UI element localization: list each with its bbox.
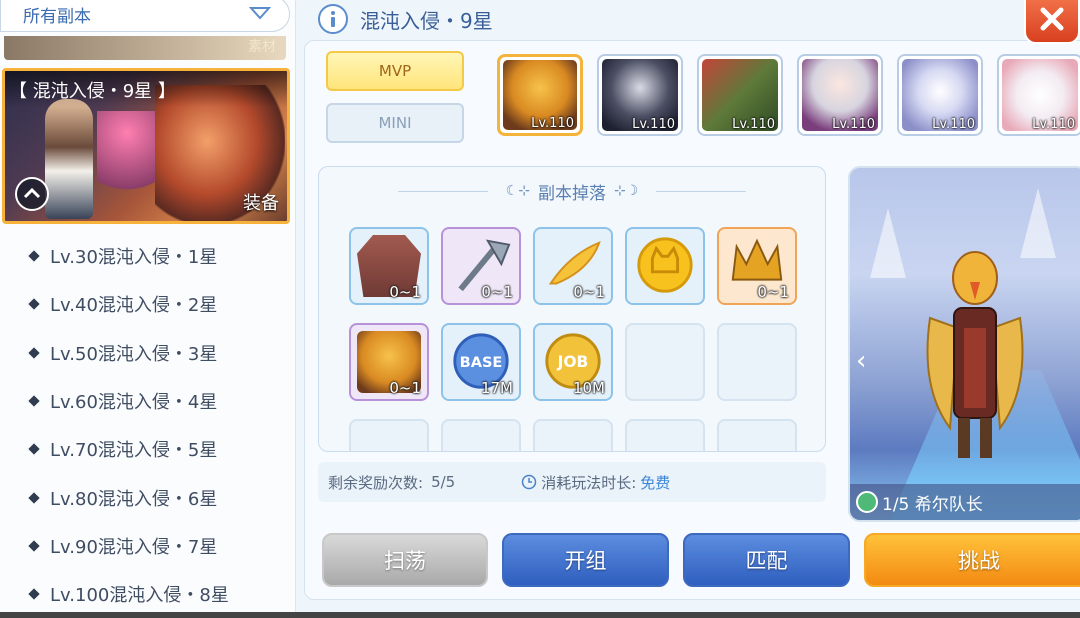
divider (397, 190, 488, 192)
boss-level: Lv.110 (1032, 117, 1075, 132)
empty-drop-slot (533, 419, 613, 451)
cost-label: 消耗玩法时长: (541, 473, 637, 492)
ice-crystal-decor (870, 208, 906, 278)
chevron-up-icon (23, 187, 41, 199)
drops-heading: ☾⊹ 副本掉落 ⊹☽ (319, 177, 825, 205)
chevron-left-icon[interactable]: ‹ (856, 346, 866, 376)
drop-slot[interactable]: 0~1 (349, 323, 429, 401)
drop-slot[interactable] (625, 227, 705, 305)
boss-level: Lv.110 (832, 117, 875, 132)
drop-slot[interactable]: JOB 10M (533, 323, 613, 401)
dungeon-title: 混沌入侵・9星 (360, 8, 493, 33)
divider (656, 190, 747, 192)
tab-mini[interactable]: MINI (326, 103, 464, 143)
dropdown-label: 所有副本 (23, 6, 91, 27)
cat-coin-icon (637, 237, 693, 293)
drop-slot[interactable]: 0~1 (533, 227, 613, 305)
dungeon-list: Lv.30混沌入侵・1星 Lv.40混沌入侵・2星 Lv.50混沌入侵・3星 L… (0, 232, 290, 618)
ornament-icon: ⊹☽ (614, 183, 639, 199)
list-item[interactable]: Lv.60混沌入侵・4星 (0, 377, 290, 425)
list-item[interactable]: Lv.50混沌入侵・3星 (0, 329, 290, 377)
chevron-down-icon (249, 7, 271, 20)
boss-slot-2[interactable]: Lv.110 (597, 54, 683, 136)
drop-slot[interactable]: BASE 17M (441, 323, 521, 401)
boss-slot-5[interactable]: Lv.110 (897, 54, 983, 136)
equip-label: 装备 (243, 193, 279, 214)
preview-caption-text: 1/5 希尔队长 (882, 494, 983, 515)
match-button[interactable]: 匹配 (683, 533, 850, 587)
page-title: 混沌入侵・9星 (318, 4, 493, 34)
girl-figure-art (97, 111, 157, 221)
boss-slot-4[interactable]: Lv.110 (797, 54, 883, 136)
sweep-button[interactable]: 扫荡 (322, 533, 488, 587)
drops-panel: ☾⊹ 副本掉落 ⊹☽ 0~1 0~1 0~1 0~1 0~1 BASE 17M … (318, 166, 826, 452)
list-item[interactable]: Lv.80混沌入侵・6星 (0, 473, 290, 521)
active-card-title: 【 混沌入侵・9星 】 (5, 71, 287, 107)
challenge-button[interactable]: 挑战 (864, 533, 1080, 587)
list-item[interactable]: Lv.100混沌入侵・8星 (0, 570, 290, 618)
boss-level: Lv.110 (632, 117, 675, 132)
svg-text:JOB: JOB (557, 353, 589, 371)
hero-figure-art (45, 99, 93, 219)
empty-drop-slot (625, 419, 705, 451)
previous-dungeon-card[interactable]: 素材 (4, 36, 286, 60)
team-button[interactable]: 开组 (502, 533, 669, 587)
list-item[interactable]: Lv.30混沌入侵・1星 (0, 232, 290, 280)
diamond-bullet-icon (28, 395, 40, 407)
boss-slot-6[interactable]: Lv.110 (997, 54, 1080, 136)
boss-preview: ‹ › 1/5 希尔队长 (848, 166, 1080, 522)
dungeon-sidebar: 所有副本 素材 【 混沌入侵・9星 】 装备 Lv.30混沌入侵・1星 Lv.4… (0, 0, 296, 618)
info-icon[interactable] (318, 4, 348, 34)
ornament-icon: ☾⊹ (505, 183, 530, 199)
drop-slot[interactable]: 0~1 (717, 227, 797, 305)
diamond-bullet-icon (28, 491, 40, 504)
info-glyph-icon (331, 11, 335, 27)
empty-drop-slot (441, 419, 521, 451)
diamond-bullet-icon (28, 588, 40, 600)
list-item[interactable]: Lv.70混沌入侵・5星 (0, 425, 290, 473)
boss-level: Lv.110 (932, 117, 975, 132)
remaining-value: 5/5 (431, 473, 456, 491)
boss-level: Lv.110 (732, 117, 775, 132)
collapse-button[interactable] (15, 177, 49, 211)
bottom-edge (0, 612, 1080, 618)
reward-info-bar: 剩余奖励次数: 5/5 消耗玩法时长: 免费 (318, 462, 826, 502)
boss-level: Lv.110 (531, 116, 574, 131)
list-item[interactable]: Lv.90混沌入侵・7星 (0, 522, 290, 570)
boss-slot-3[interactable]: Lv.110 (697, 54, 783, 136)
element-icon (856, 491, 878, 513)
active-dungeon-card[interactable]: 【 混沌入侵・9星 】 装备 (2, 68, 290, 224)
empty-drop-slot (717, 323, 797, 401)
remaining-label: 剩余奖励次数: (328, 473, 424, 492)
cost-value: 免费 (640, 473, 671, 492)
bird-boss-model (926, 251, 1024, 458)
diamond-bullet-icon (28, 298, 40, 311)
svg-text:BASE: BASE (460, 355, 503, 371)
drop-slot[interactable]: 0~1 (349, 227, 429, 305)
diamond-bullet-icon (28, 540, 40, 552)
boss-slot-1[interactable]: Lv.110 (497, 54, 583, 136)
close-button[interactable] (1024, 0, 1080, 44)
empty-drop-slot (625, 323, 705, 401)
empty-drop-slot (349, 419, 429, 451)
diamond-bullet-icon (28, 443, 40, 455)
diamond-bullet-icon (28, 347, 40, 359)
dungeon-filter-dropdown[interactable]: 所有副本 (0, 0, 290, 32)
close-icon (1040, 7, 1064, 31)
empty-drop-slot (717, 419, 797, 451)
tab-mvp[interactable]: MVP (326, 51, 464, 91)
clock-icon (521, 474, 537, 490)
list-item[interactable]: Lv.40混沌入侵・2星 (0, 280, 290, 328)
diamond-bullet-icon (28, 250, 40, 262)
previous-card-label: 素材 (248, 39, 276, 55)
drop-slot[interactable]: 0~1 (441, 227, 521, 305)
preview-caption: 1/5 希尔队长 (850, 484, 1080, 520)
